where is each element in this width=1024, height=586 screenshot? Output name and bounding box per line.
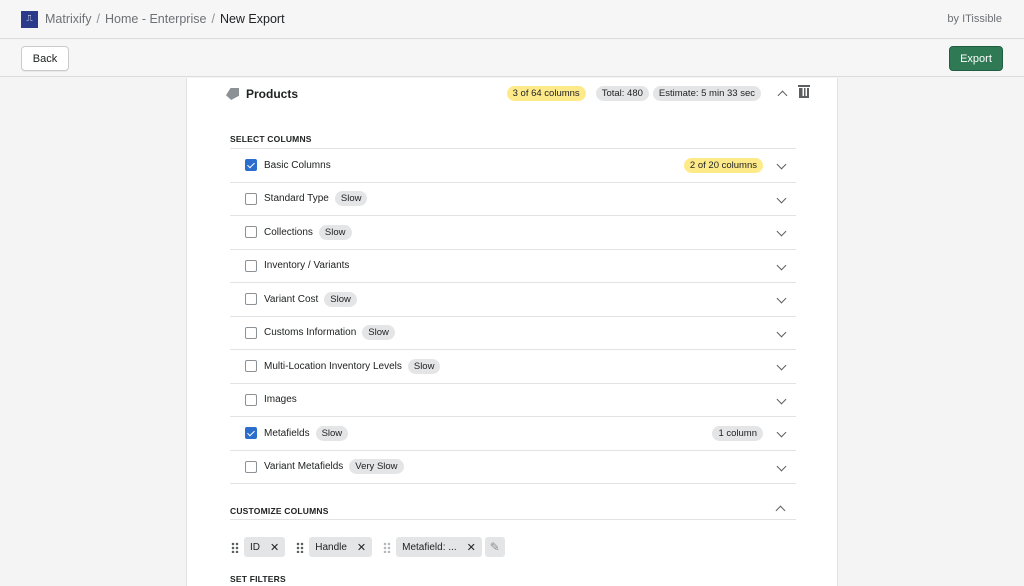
row-label: Customs Information [264,327,356,338]
page-title: New Export [220,12,285,26]
column-chip: Handle ✕ [309,537,372,557]
checkbox[interactable] [245,193,257,205]
drag-handle-icon[interactable] [296,542,304,553]
columns-count-badge: 3 of 64 columns [507,86,586,101]
back-button[interactable]: Back [21,46,69,71]
breadcrumb-separator: / [211,12,214,26]
chip-label: Handle [315,542,347,553]
checkbox[interactable] [245,360,257,372]
speed-badge: Slow [335,191,368,206]
row-label: Multi-Location Inventory Levels [264,361,402,372]
customize-chevron-up-icon[interactable] [776,506,786,516]
column-group-row[interactable]: Variant Metafields Very Slow [230,451,796,485]
select-columns-heading: SELECT COLUMNS [230,134,312,144]
chevron-down-icon[interactable] [777,461,787,471]
column-groups-list: Basic Columns 2 of 20 columns Standard Typ… [230,148,796,484]
chevron-down-icon[interactable] [777,394,787,404]
row-label: Inventory / Variants [264,260,349,271]
chevron-down-icon[interactable] [777,193,787,203]
tag-icon [226,88,239,100]
row-label: Standard Type [264,193,329,204]
checkbox[interactable] [245,226,257,238]
checkbox[interactable] [245,159,257,171]
action-bar: Back Export [0,40,1024,77]
checkbox[interactable] [245,394,257,406]
card-badges: 3 of 64 columns Total: 480 Estimate: 5 m… [507,86,761,101]
chevron-down-icon[interactable] [777,160,787,170]
collapse-chevron-up-icon[interactable] [778,91,788,101]
chevron-down-icon[interactable] [777,428,787,438]
remove-icon[interactable]: ✕ [270,541,279,554]
speed-badge: Slow [362,325,395,340]
speed-badge: Slow [324,292,357,307]
breadcrumb-home[interactable]: Home - Enterprise [105,12,206,26]
estimate-badge: Estimate: 5 min 33 sec [653,86,761,101]
main-panel: Products 3 of 64 columns Total: 480 Esti… [186,78,838,586]
breadcrumb-matrixify[interactable]: Matrixify [45,12,92,26]
chevron-down-icon[interactable] [777,294,787,304]
row-label: Metafields [264,428,310,439]
vendor-credit: by ITissible [947,13,1002,25]
column-chip: ID ✕ [244,537,285,557]
customize-columns-heading: CUSTOMIZE COLUMNS [230,506,329,516]
checkbox[interactable] [245,260,257,272]
column-group-row[interactable]: Customs Information Slow [230,317,796,351]
trash-icon[interactable] [798,85,810,99]
column-count-badge: 1 column [712,426,763,441]
divider [230,519,796,520]
row-label: Variant Metafields [264,461,343,472]
drag-handle-icon[interactable] [383,542,391,553]
row-label: Images [264,394,297,405]
column-chip: Metafield: ... ✕ [396,537,482,557]
column-group-row[interactable]: Variant Cost Slow [230,283,796,317]
chevron-down-icon[interactable] [777,227,787,237]
export-button[interactable]: Export [949,46,1003,71]
matrixify-logo-icon: ⎍ [21,11,38,28]
selected-columns: ID ✕ Handle ✕ Metafield: ... ✕ ✎ [231,537,505,557]
column-group-row[interactable]: Multi-Location Inventory Levels Slow [230,350,796,384]
column-group-row[interactable]: Collections Slow [230,216,796,250]
checkbox[interactable] [245,427,257,439]
row-label: Basic Columns [264,160,331,171]
speed-badge: Slow [316,426,349,441]
checkbox[interactable] [245,327,257,339]
breadcrumb-separator: / [97,12,100,26]
total-badge: Total: 480 [596,86,649,101]
drag-handle-icon[interactable] [231,542,239,553]
checkbox[interactable] [245,461,257,473]
chip-label: Metafield: ... [402,542,456,553]
column-group-row[interactable]: Metafields Slow 1 column [230,417,796,451]
column-group-row[interactable]: Basic Columns 2 of 20 columns [230,149,796,183]
chevron-down-icon[interactable] [777,260,787,270]
set-filters-heading: SET FILTERS [230,574,286,584]
products-card: Products 3 of 64 columns Total: 480 Esti… [201,78,824,586]
card-title-text: Products [246,87,298,101]
chip-label: ID [250,542,260,553]
column-group-row[interactable]: Standard Type Slow [230,183,796,217]
speed-badge: Slow [319,225,352,240]
card-title: Products [226,87,298,101]
remove-icon[interactable]: ✕ [357,541,366,554]
speed-badge: Very Slow [349,459,403,474]
column-group-row[interactable]: Images [230,384,796,418]
edit-pencil-icon[interactable]: ✎ [485,537,505,557]
chevron-down-icon[interactable] [777,361,787,371]
remove-icon[interactable]: ✕ [467,541,476,554]
top-bar: ⎍ Matrixify / Home - Enterprise / New Ex… [0,0,1024,39]
chevron-down-icon[interactable] [777,327,787,337]
speed-badge: Slow [408,359,441,374]
row-label: Variant Cost [264,294,318,305]
column-count-badge: 2 of 20 columns [684,158,763,173]
checkbox[interactable] [245,293,257,305]
row-label: Collections [264,227,313,238]
column-group-row[interactable]: Inventory / Variants [230,250,796,284]
